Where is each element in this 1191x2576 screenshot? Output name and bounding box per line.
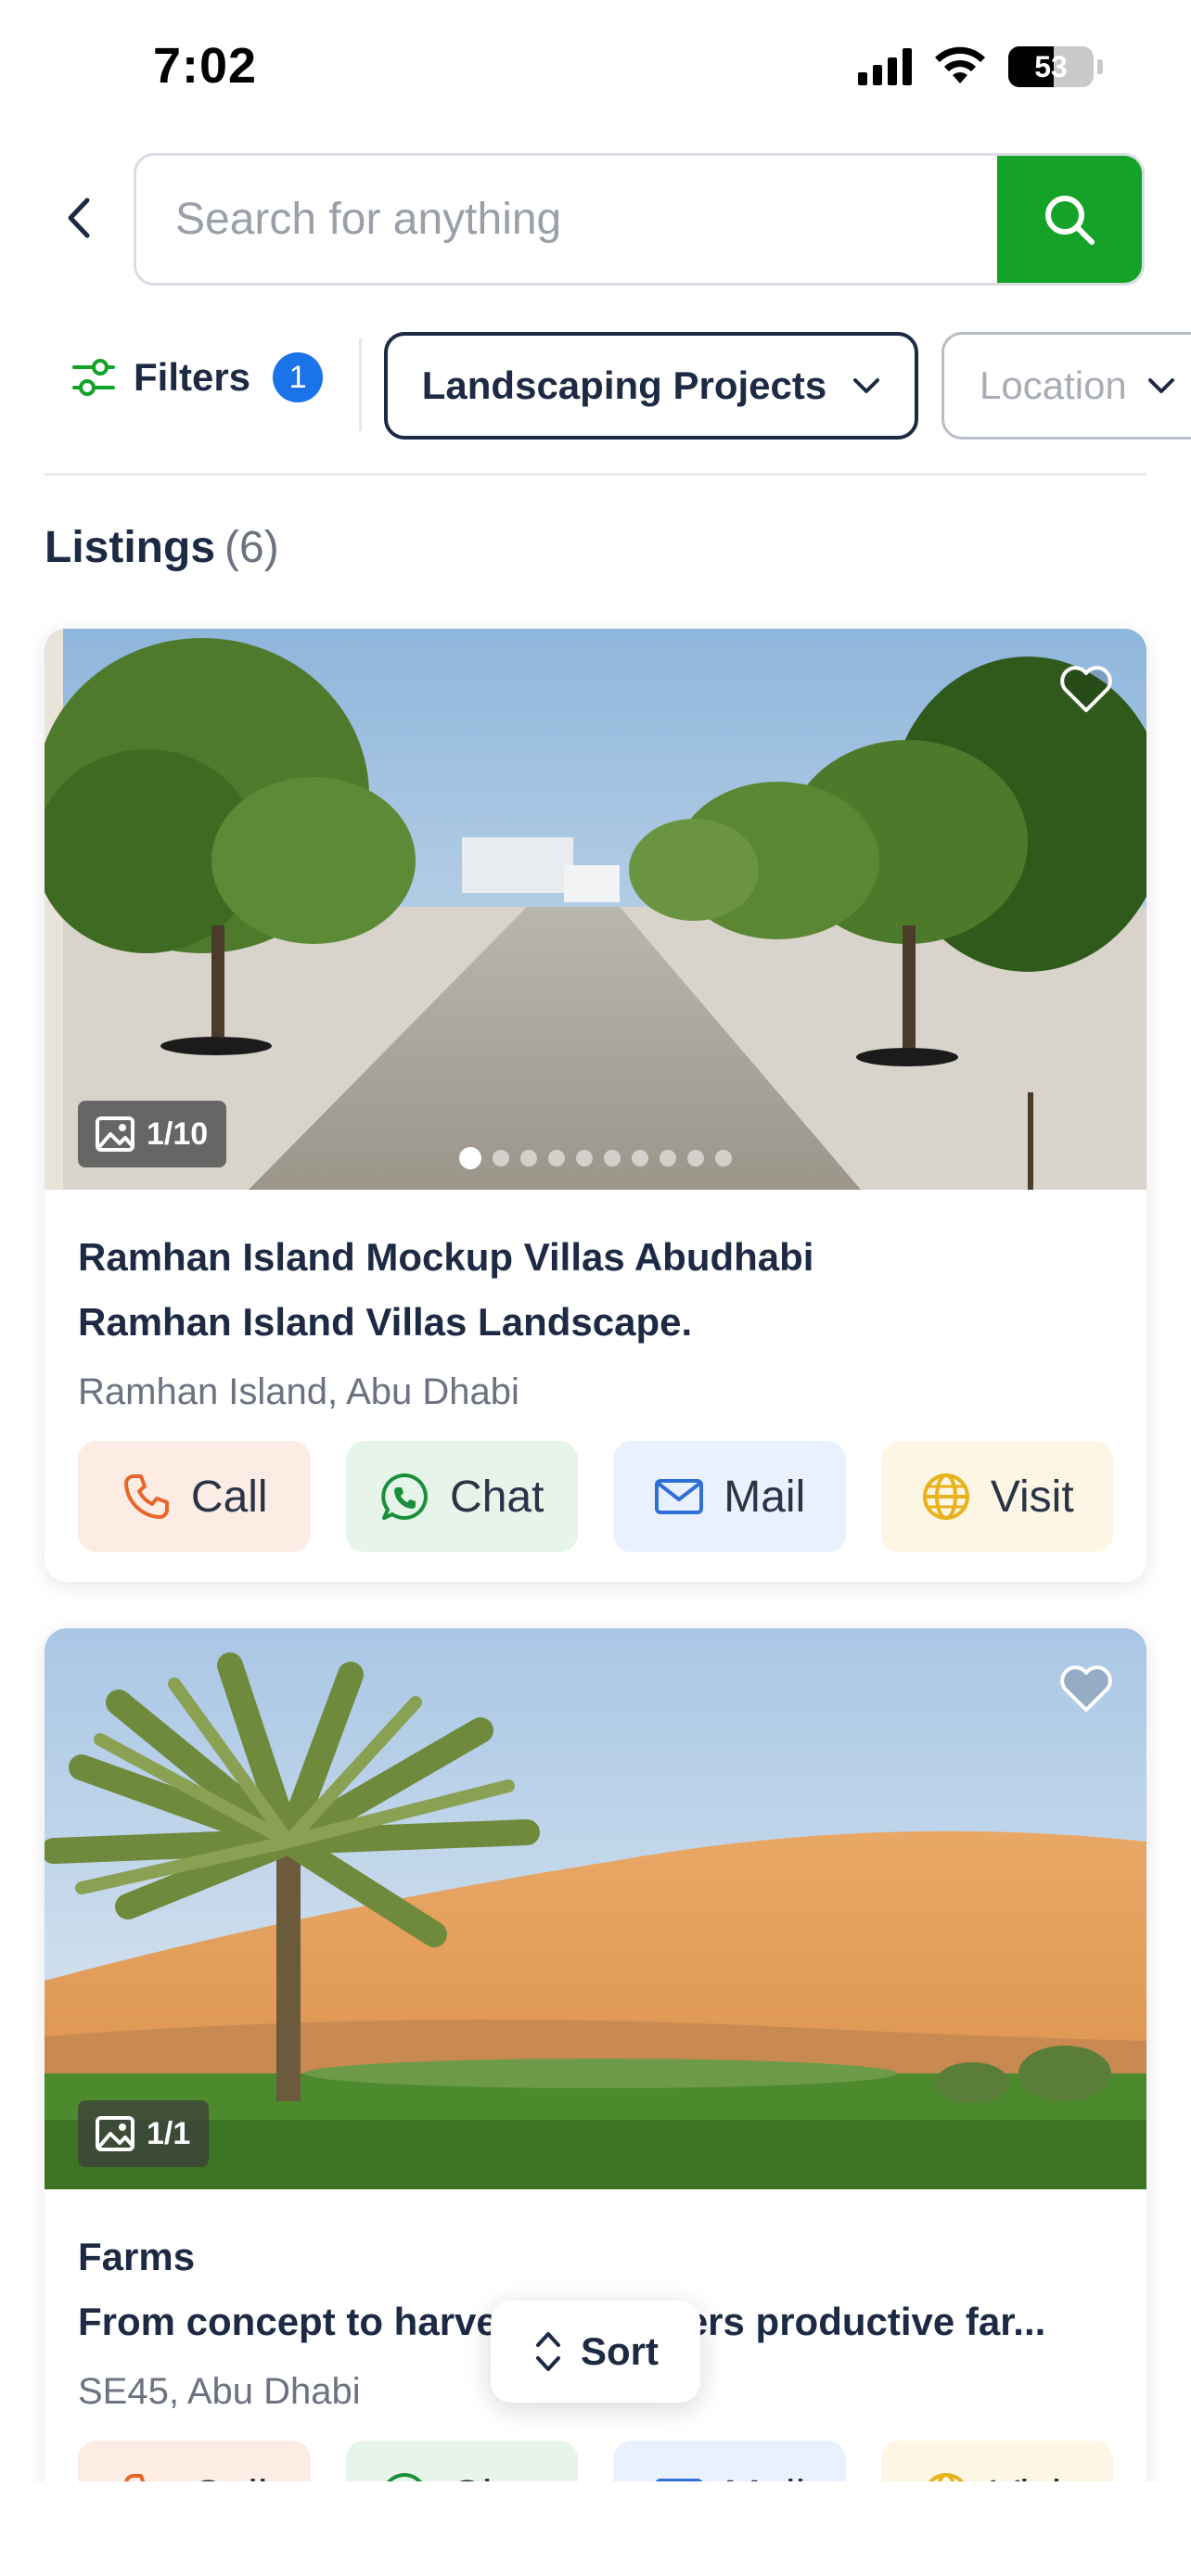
image-icon: [96, 1116, 134, 1152]
image-counter: 1/1: [78, 2100, 210, 2167]
listing-photo-desert-farm: [45, 1628, 1146, 2189]
mail-icon: [655, 1479, 704, 1514]
carousel-dot[interactable]: [715, 1150, 732, 1167]
filter-row-divider: [45, 473, 1146, 476]
carousel-dot[interactable]: [660, 1150, 676, 1167]
listing-image-carousel[interactable]: 1/10: [45, 629, 1146, 1190]
listings-heading: Listings (6): [45, 522, 279, 573]
filter-row: Filters 1 Landscaping Projects Location: [0, 329, 1191, 440]
carousel-dot[interactable]: [687, 1150, 704, 1167]
battery-icon: 53: [1008, 46, 1094, 87]
filters-count-badge: 1: [273, 352, 324, 402]
sort-arrows-icon: [536, 2332, 560, 2371]
whatsapp-icon: [381, 1473, 428, 1520]
filters-label: Filters: [134, 355, 251, 399]
battery-cap: [1097, 59, 1103, 74]
chevron-left-icon: [68, 198, 90, 238]
listing-card[interactable]: 1/1 Farms From concept to harvest, ... d…: [45, 1628, 1146, 2576]
search-button[interactable]: [997, 156, 1142, 283]
call-label: Call: [190, 1472, 268, 1522]
filters-button[interactable]: Filters 1: [70, 352, 324, 402]
back-button[interactable]: [56, 185, 102, 250]
listings-title: Listings: [45, 523, 216, 572]
battery-percent: 53: [1034, 49, 1068, 83]
listing-title[interactable]: Ramhan Island Mockup Villas Abudhabi: [78, 1225, 1113, 1290]
favorite-heart-icon[interactable]: [1057, 662, 1115, 716]
phone-icon: [123, 1474, 169, 1519]
carousel-dot[interactable]: [576, 1150, 593, 1167]
globe-icon: [922, 1473, 969, 1520]
carousel-dot[interactable]: [459, 1147, 481, 1169]
status-icons: 53: [858, 46, 1103, 87]
call-button[interactable]: Call: [78, 1441, 311, 1552]
listing-location: Ramhan Island, Abu Dhabi: [78, 1371, 519, 1412]
carousel-dot[interactable]: [632, 1150, 648, 1167]
chat-label: Chat: [450, 1472, 544, 1522]
carousel-dot[interactable]: [604, 1150, 621, 1167]
image-counter-text: 1/1: [147, 2115, 191, 2151]
listing-description: Ramhan Island Villas Landscape.: [78, 1300, 693, 1344]
listing-card[interactable]: 1/10 Ramhan Island Mockup Villas Abudhab…: [45, 629, 1146, 1582]
location-filter-chip[interactable]: Location: [941, 332, 1191, 440]
image-counter-text: 1/10: [147, 1116, 209, 1152]
mail-label: Mail: [724, 1472, 806, 1522]
chat-button[interactable]: Chat: [345, 1441, 578, 1552]
mail-button[interactable]: Mail: [613, 1441, 846, 1552]
image-icon: [96, 2116, 134, 2151]
location-filter-label: Location: [980, 363, 1127, 407]
sort-label: Sort: [581, 2329, 659, 2373]
search-input[interactable]: [136, 156, 997, 283]
carousel-dot[interactable]: [520, 1150, 537, 1167]
status-time: 7:02: [153, 38, 258, 94]
cellular-signal-icon: [858, 48, 912, 85]
listing-body: Ramhan Island Mockup Villas Abudhabi Ram…: [45, 1190, 1146, 1552]
visit-button[interactable]: Visit: [880, 1441, 1113, 1552]
carousel-dot[interactable]: [548, 1150, 565, 1167]
chevron-down-icon: [853, 378, 880, 393]
listing-image-carousel[interactable]: 1/1: [45, 1628, 1146, 2189]
search-bar: [134, 153, 1145, 286]
sort-button[interactable]: Sort: [491, 2301, 700, 2403]
visit-label: Visit: [990, 1472, 1074, 1522]
wifi-icon: [935, 46, 985, 83]
status-bar: 7:02 53: [0, 0, 1191, 139]
category-filter-label: Landscaping Projects: [421, 363, 827, 407]
filter-divider: [359, 338, 362, 431]
favorite-heart-icon[interactable]: [1057, 1662, 1115, 1715]
listing-actions: Call Chat Mail: [78, 1441, 1113, 1552]
chevron-down-icon: [1147, 378, 1174, 393]
carousel-dots: [45, 1147, 1146, 1169]
category-filter-chip[interactable]: Landscaping Projects: [384, 332, 918, 440]
search-icon: [1045, 195, 1095, 245]
listings-count: (6): [224, 523, 279, 572]
listing-title[interactable]: Farms: [78, 2225, 1113, 2289]
bottom-safe-area: [0, 2481, 1191, 2576]
carousel-dot[interactable]: [493, 1150, 509, 1167]
filter-sliders-icon: [72, 359, 115, 396]
